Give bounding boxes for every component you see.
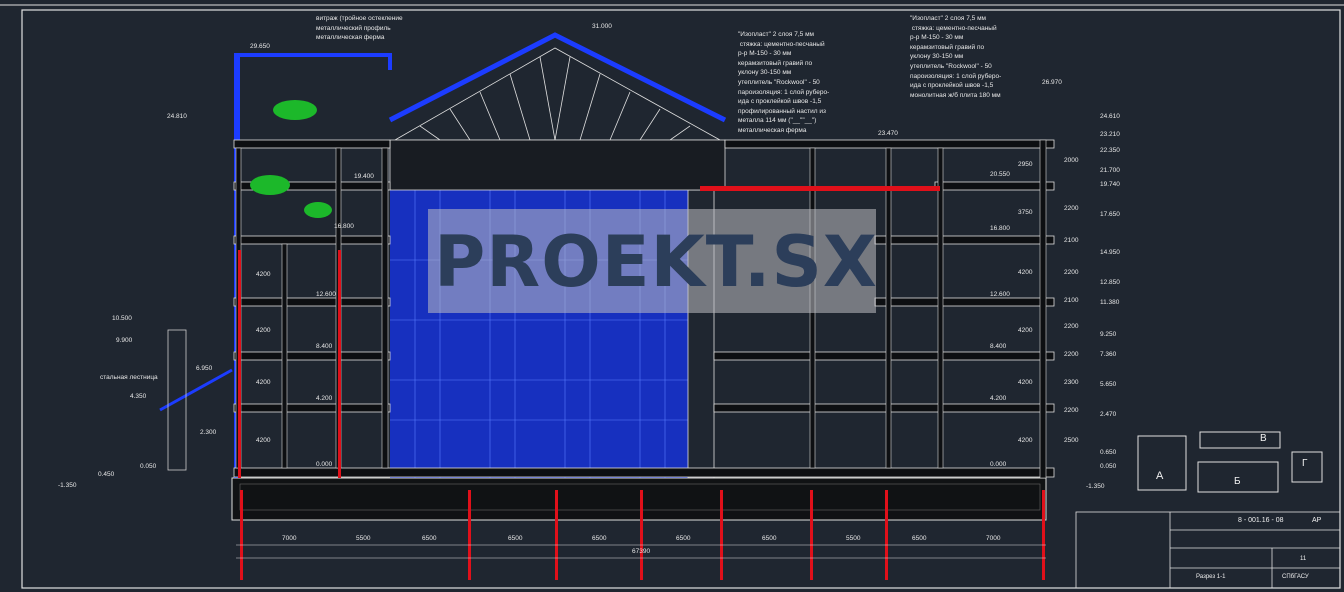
- key-plan-v-label: В: [1260, 433, 1267, 444]
- elev-right-1: 16.800: [990, 225, 1010, 232]
- span-9: 7000: [986, 535, 1001, 542]
- title-block-title: Разрез 1-1: [1196, 574, 1226, 580]
- vdim-right-b-3: 2200: [1064, 269, 1079, 276]
- roof-gable-blue: [388, 32, 727, 123]
- watermark: PROEKT.SX: [434, 221, 878, 303]
- stair-elev-5: 0.450: [98, 471, 115, 478]
- key-plan: [1137, 431, 1323, 493]
- span-4: 6500: [592, 535, 607, 542]
- far-right-elev-9: 9.250: [1100, 331, 1117, 338]
- key-plan-a-label: А: [1156, 470, 1164, 482]
- elev-left-3: 16.800: [334, 223, 354, 230]
- title-block-stage: АР: [1312, 517, 1322, 524]
- vdim-left-2: 4200: [256, 379, 271, 386]
- vdim-left-3: 4200: [256, 437, 271, 444]
- elev-left-0: 29.650: [250, 43, 270, 50]
- atrium-upper-wall: [389, 139, 726, 191]
- span-7: 5500: [846, 535, 861, 542]
- elev-left-7: 0.000: [316, 461, 333, 468]
- far-right-elev-2: 22.350: [1100, 147, 1120, 154]
- stair-elev-2: 6.950: [196, 365, 213, 372]
- vdim-right-a-5: 4200: [1018, 437, 1033, 444]
- top-left-note: витраж (тройное остекление металлический…: [316, 15, 403, 42]
- elev-left-5: 8.400: [316, 343, 333, 350]
- vdim-right-a-4: 4200: [1018, 379, 1033, 386]
- elev-right-3: 8.400: [990, 343, 1007, 350]
- far-right-elev-6: 14.950: [1100, 249, 1120, 256]
- stair-elev-6: 0.050: [140, 463, 157, 470]
- far-right-elev-3: 21.700: [1100, 167, 1120, 174]
- stair-elev-7: -1.350: [58, 482, 77, 489]
- far-right-elev-15: -1.350: [1086, 483, 1105, 490]
- vdim-left-1: 4200: [256, 327, 271, 334]
- title-block-sheet: 11: [1300, 556, 1307, 562]
- span-2: 6500: [422, 535, 437, 542]
- vdim-right-b-6: 2200: [1064, 351, 1079, 358]
- vdim-right-b-7: 2300: [1064, 379, 1079, 386]
- elev-right-4: 4.200: [990, 395, 1007, 402]
- elev-right-2: 12.600: [990, 291, 1010, 298]
- title-block-org: СПбГАСУ: [1282, 574, 1309, 580]
- stair-elev-4: 2.300: [200, 429, 217, 436]
- vdim-left-0: 4200: [256, 271, 271, 278]
- elev-left-2: 19.400: [354, 173, 374, 180]
- vdim-right-a-1: 3750: [1018, 209, 1033, 216]
- vdim-right-b-2: 2100: [1064, 237, 1079, 244]
- key-plan-g-label: Г: [1302, 458, 1308, 469]
- span-0: 7000: [282, 535, 297, 542]
- span-1: 5500: [356, 535, 371, 542]
- vdim-right-a-0: 2950: [1018, 161, 1033, 168]
- stair-elev-3: 4.350: [130, 393, 147, 400]
- vdim-right-a-3: 4200: [1018, 327, 1033, 334]
- stair-note: стальная лестница: [100, 374, 158, 381]
- palm-plants: [250, 100, 332, 218]
- vdim-right-b-0: 2000: [1064, 157, 1079, 164]
- span-3: 6500: [508, 535, 523, 542]
- far-right-elev-0: 24.610: [1100, 113, 1120, 120]
- elev-left-1: 24.810: [167, 113, 187, 120]
- title-block-code: 8 - 001.16 - 08: [1238, 517, 1284, 524]
- far-right-elev-11: 5.650: [1100, 381, 1117, 388]
- far-right-elev-4: 19.740: [1100, 181, 1120, 188]
- ridge-elevation: 31.000: [592, 23, 612, 30]
- far-right-elev-1: 23.210: [1100, 131, 1120, 138]
- span-total: 67390: [632, 548, 651, 555]
- span-5: 6500: [676, 535, 691, 542]
- roof-left-blue: [234, 53, 392, 70]
- elev-left-6: 4.200: [316, 395, 333, 402]
- elev-right-0: 20.550: [990, 171, 1010, 178]
- stair-elev-0: 10.500: [112, 315, 132, 322]
- far-right-elev-5: 17.650: [1100, 211, 1120, 218]
- stair-elev-1: 9.900: [116, 337, 133, 344]
- far-right-elev-12: 2.470: [1100, 411, 1117, 418]
- vdim-right-b-8: 2200: [1064, 407, 1079, 414]
- span-8: 6500: [912, 535, 927, 542]
- key-plan-b-label: Б: [1234, 476, 1241, 487]
- roof-note-2: "Изопласт" 2 слоя 7,5 мм стяжка: цементн…: [910, 15, 1002, 99]
- right-top-elevation: 26.970: [1042, 79, 1062, 86]
- vdim-right-b-5: 2200: [1064, 323, 1079, 330]
- far-right-elev-13: 0.650: [1100, 449, 1117, 456]
- vdim-right-b-9: 2500: [1064, 437, 1079, 444]
- far-right-elev-10: 7.360: [1100, 351, 1117, 358]
- roof-mid-elevation: 23.470: [878, 130, 898, 137]
- span-6: 6500: [762, 535, 777, 542]
- far-right-elev-7: 12.850: [1100, 279, 1120, 286]
- roof-note-1: "Изопласт" 2 слоя 7,5 мм стяжка: цементн…: [738, 31, 830, 134]
- vdim-right-b-1: 2200: [1064, 205, 1079, 212]
- elev-left-4: 12.600: [316, 291, 336, 298]
- key-plan-v: [1199, 431, 1281, 449]
- vdim-right-a-2: 4200: [1018, 269, 1033, 276]
- elev-right-5: 0.000: [990, 461, 1007, 468]
- far-right-elev-8: 11.380: [1100, 299, 1120, 306]
- far-right-elev-14: 0.050: [1100, 463, 1117, 470]
- left-ramp: [159, 368, 233, 412]
- vdim-right-b-4: 2100: [1064, 297, 1079, 304]
